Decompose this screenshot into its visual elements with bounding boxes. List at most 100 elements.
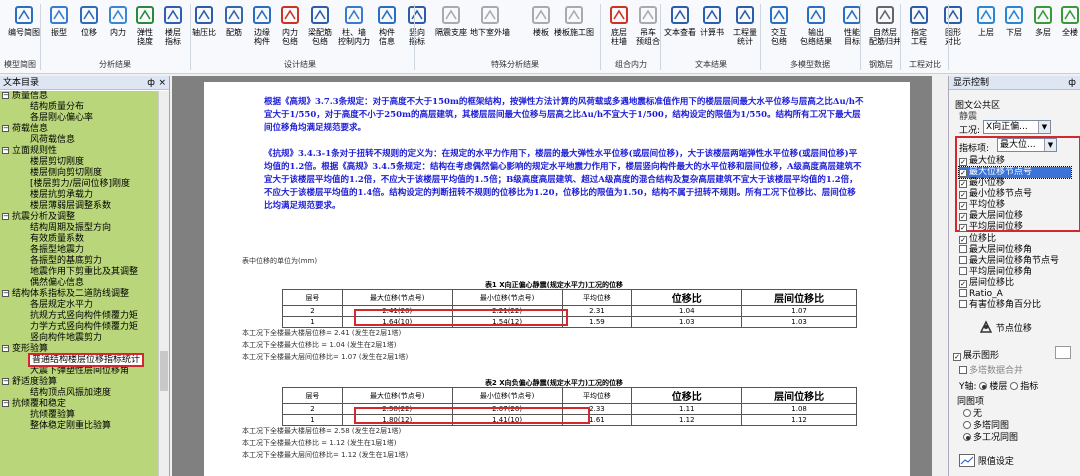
ribbon-button-31[interactable]: 多层	[1028, 2, 1058, 50]
tree-item[interactable]: 楼层剪切刚度	[0, 157, 158, 168]
ribbon-button-15[interactable]: 地下室外墙	[470, 2, 510, 50]
ribbon-button-2[interactable]: 位移	[74, 2, 104, 50]
ribbon-button-7[interactable]: 配筋	[220, 2, 248, 50]
chevron-down-icon[interactable]: ▼	[1044, 139, 1056, 151]
ribbon-button-17[interactable]: 楼板施工图	[554, 2, 594, 50]
close-icon[interactable]: ×	[158, 76, 166, 90]
tree-group[interactable]: − 变形验算	[0, 344, 158, 355]
ribbon-button-24[interactable]: 输出 包络结果	[796, 2, 836, 50]
list-checkbox[interactable]	[959, 245, 967, 253]
graph-settings-icon[interactable]	[1055, 346, 1071, 359]
pin-icon[interactable]: ф	[147, 76, 155, 90]
ribbon-button-6[interactable]: 轴压比	[188, 2, 220, 50]
tree-item[interactable]: 各层规定水平力	[0, 300, 158, 311]
tree-group[interactable]: − 舒适度验算	[0, 377, 158, 388]
dropdown-option[interactable]: ✓ 最小位移	[959, 178, 1071, 189]
chevron-down-icon[interactable]: ▼	[1038, 121, 1050, 133]
tree-group[interactable]: − 结构体系指标及二道防线调整	[0, 289, 158, 300]
collapse-icon[interactable]: −	[2, 147, 9, 154]
compare-tower-radio[interactable]	[963, 421, 971, 429]
ribbon-button-23[interactable]: 交互 包络	[762, 2, 796, 50]
option-checkbox[interactable]: ✓	[959, 169, 967, 177]
dropdown-option[interactable]: ✓ 最大位移节点号	[958, 166, 1072, 179]
index-list-item[interactable]: ✓ 位移比	[959, 234, 996, 245]
multi-merge-row[interactable]: 多塔数据合并	[959, 363, 1023, 376]
ribbon-button-25[interactable]: 性能 目标	[838, 2, 866, 50]
ribbon-button-28[interactable]: 图形 对比	[934, 2, 972, 50]
ribbon-button-13[interactable]: 竖向 指标	[402, 2, 432, 50]
tree-item[interactable]: 结构周期及振型方向	[0, 223, 158, 234]
tree-item[interactable]: 普通结构楼层位移指标统计	[0, 353, 158, 367]
ribbon-button-16[interactable]: 楼板	[528, 2, 554, 50]
ribbon-button-12[interactable]: 构件 信息	[372, 2, 402, 50]
tree-item[interactable]: 大震下弹塑性层间位移角	[0, 366, 158, 377]
case-combo[interactable]: X向正偏... ▼	[983, 120, 1051, 134]
ribbon-button-20[interactable]: 文本查看	[664, 2, 696, 50]
limit-setting-button[interactable]: 限值设定	[959, 454, 1014, 467]
tree-item[interactable]: 结构质量分布	[0, 102, 158, 113]
tree-item[interactable]: 抗规方式竖向构件倾覆力矩	[0, 311, 158, 322]
tree-item[interactable]: 风荷载信息	[0, 135, 158, 146]
index-list-item[interactable]: 平均层间位移角	[959, 267, 1032, 278]
compare-case-radio[interactable]	[963, 433, 971, 441]
list-checkbox[interactable]	[959, 267, 967, 275]
option-checkbox[interactable]: ✓	[959, 213, 967, 221]
dropdown-option[interactable]: ✓ 最小位移节点号	[959, 189, 1071, 200]
collapse-icon[interactable]: −	[2, 92, 9, 99]
node-disp-row[interactable]: 节点位移	[979, 320, 1032, 334]
list-checkbox[interactable]: ✓	[959, 236, 967, 244]
tree-item[interactable]: 力学方式竖向构件倾覆力矩	[0, 322, 158, 333]
tree-item[interactable]: 整体稳定刚重比验算	[0, 421, 158, 432]
tree-item[interactable]: 楼层薄弱层调整系数	[0, 201, 158, 212]
tree-item[interactable]: 各振型地震力	[0, 245, 158, 256]
option-checkbox[interactable]: ✓	[959, 224, 967, 232]
tree-item[interactable]: 偶然偏心信息	[0, 278, 158, 289]
list-checkbox[interactable]	[959, 256, 967, 264]
ribbon-button-11[interactable]: 柱、墙 控制内力	[336, 2, 372, 50]
tree-item[interactable]: [楼层剪力/层间位移]刚度	[0, 179, 158, 190]
ribbon-button-18[interactable]: 底层 柱墙	[606, 2, 632, 50]
show-graph-row[interactable]: ✓ 展示图形	[953, 348, 999, 361]
show-graph-checkbox[interactable]: ✓	[953, 353, 961, 361]
y-floor-radio[interactable]	[979, 382, 988, 390]
ribbon-button-9[interactable]: 内力 包络	[276, 2, 304, 50]
multi-merge-checkbox[interactable]	[959, 366, 967, 374]
tree-item[interactable]: 抗倾覆验算	[0, 410, 158, 421]
ribbon-button-5[interactable]: 楼层 指标	[158, 2, 188, 50]
ribbon-button-30[interactable]: 下层	[1000, 2, 1028, 50]
list-checkbox[interactable]: ✓	[959, 280, 967, 288]
collapse-icon[interactable]: −	[2, 400, 9, 407]
index-list-item[interactable]: 最大层间位移角节点号	[959, 256, 1059, 267]
option-checkbox[interactable]: ✓	[959, 180, 967, 188]
index-list-item[interactable]: 有害位移角百分比	[959, 300, 1041, 311]
ribbon-button-4[interactable]: 弹性 挠度	[132, 2, 158, 50]
pin-icon[interactable]: ф	[1068, 76, 1076, 90]
option-checkbox[interactable]: ✓	[959, 202, 967, 210]
tree-item[interactable]: 楼层抗剪承载力	[0, 190, 158, 201]
ribbon-button-27[interactable]: 指定 工程	[904, 2, 934, 50]
tree-group[interactable]: − 荷载信息	[0, 124, 158, 135]
collapse-icon[interactable]: −	[2, 345, 9, 352]
tree-item[interactable]: 竖向构件地震剪力	[0, 333, 158, 344]
tree-item[interactable]: 有效质量系数	[0, 234, 158, 245]
dropdown-option[interactable]: ✓ 最大层间位移	[959, 211, 1071, 222]
tree-group[interactable]: − 抗震分析及调整	[0, 212, 158, 223]
ribbon-button-1[interactable]: 振型	[44, 2, 74, 50]
index-list-item[interactable]: Ratio_A	[959, 289, 1003, 300]
tree-item[interactable]: 楼层侧向剪切刚度	[0, 168, 158, 179]
index-combo[interactable]: 最大位... ▼	[997, 138, 1057, 152]
list-checkbox[interactable]	[959, 289, 967, 297]
tree-group[interactable]: − 立面规则性	[0, 146, 158, 157]
ribbon-button-10[interactable]: 梁配筋 包络	[304, 2, 336, 50]
ribbon-button-8[interactable]: 边缘 构件	[248, 2, 276, 50]
ribbon-button-0[interactable]: 编号简图	[4, 2, 44, 50]
dropdown-option[interactable]: ✓ 最大位移	[959, 156, 1071, 167]
ribbon-button-32[interactable]: 全楼	[1058, 2, 1080, 50]
tree-item[interactable]: 各振型的基底剪力	[0, 256, 158, 267]
ribbon-button-29[interactable]: 上层	[972, 2, 1000, 50]
option-checkbox[interactable]: ✓	[959, 191, 967, 199]
index-list-item[interactable]: 最大层间位移角	[959, 245, 1032, 256]
scrollbar-thumb[interactable]	[160, 351, 168, 391]
tree-item[interactable]: 地震作用下剪重比及其调整	[0, 267, 158, 278]
vertical-scrollbar[interactable]	[158, 91, 169, 476]
